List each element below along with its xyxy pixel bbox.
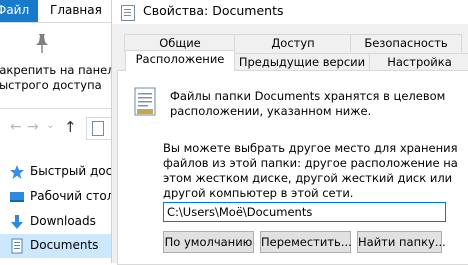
ribbon-body: Закрепить на панели быстрого доступа bbox=[0, 22, 112, 109]
desktop-icon bbox=[10, 192, 24, 202]
document-icon bbox=[92, 121, 104, 136]
pin-label-line1: Закрепить на панели bbox=[0, 63, 112, 77]
tab-home-label: Главная bbox=[50, 3, 102, 17]
tab-security-label: Безопасность bbox=[364, 36, 448, 50]
find-target-button-label: Найти папку... bbox=[358, 235, 446, 249]
tab-file[interactable]: Файл bbox=[0, 0, 38, 22]
folder-properties-icon bbox=[121, 5, 135, 21]
forward-arrow-icon[interactable]: → bbox=[27, 119, 39, 135]
tab-customize-label: Настройка bbox=[387, 55, 452, 69]
tab-location-label: Расположение bbox=[135, 52, 225, 66]
pin-icon bbox=[36, 34, 48, 53]
download-icon bbox=[11, 215, 23, 229]
tab-file-label: Файл bbox=[0, 3, 30, 17]
location-description-text: Вы можете выбрать другое место для хране… bbox=[163, 141, 458, 200]
tab-previous-versions[interactable]: Предыдущие версии bbox=[233, 53, 371, 71]
pin-label-line2: быстрого доступа bbox=[0, 78, 102, 92]
sidebar-item-desktop[interactable]: Рабочий стол bbox=[0, 185, 112, 209]
recent-chevron-icon[interactable]: ⌄ bbox=[46, 120, 54, 131]
tab-location[interactable]: Расположение bbox=[125, 50, 235, 71]
pin-to-quick-access-button[interactable]: Закрепить на панели быстрого доступа bbox=[0, 23, 112, 103]
tab-sharing-label: Доступ bbox=[271, 36, 315, 50]
up-arrow-icon[interactable]: ↑ bbox=[64, 118, 77, 136]
properties-dialog: Свойства: Documents Общие Доступ Безопас… bbox=[112, 0, 468, 265]
dialog-titlebar[interactable]: Свойства: Documents bbox=[112, 0, 468, 24]
explorer-window: Файл Главная Закрепить на панели быстрог… bbox=[0, 0, 112, 263]
document-folder-icon bbox=[134, 87, 156, 116]
location-info-text: Файлы папки Documents хранятся в целевом… bbox=[170, 89, 446, 118]
location-panel: Файлы папки Documents хранятся в целевом… bbox=[117, 70, 468, 265]
sidebar-item-label: Быстрый доступ bbox=[30, 164, 112, 178]
tab-home[interactable]: Главная bbox=[38, 0, 112, 22]
sidebar-item-documents[interactable]: Documents bbox=[0, 234, 112, 258]
star-icon bbox=[10, 165, 24, 179]
move-button[interactable]: Переместить... bbox=[260, 231, 352, 253]
dialog-tabs: Общие Доступ Безопасность Расположение П… bbox=[112, 34, 468, 71]
sidebar-item-quick-access[interactable]: Быстрый доступ bbox=[0, 160, 112, 184]
address-bar[interactable] bbox=[86, 117, 112, 140]
navigation-bar: ← → ⌄ ↑ bbox=[0, 110, 112, 144]
back-arrow-icon[interactable]: ← bbox=[10, 119, 22, 135]
documents-icon bbox=[11, 238, 23, 254]
tab-security[interactable]: Безопасность bbox=[350, 34, 462, 52]
tab-general-label: Общие bbox=[159, 36, 201, 50]
sidebar-item-label: Рабочий стол bbox=[30, 189, 112, 203]
find-target-button[interactable]: Найти папку... bbox=[357, 231, 446, 253]
dialog-title: Свойства: Documents bbox=[143, 3, 284, 18]
restore-default-button-label: По умолчанию bbox=[164, 235, 253, 249]
sidebar-item-label: Documents bbox=[30, 238, 99, 252]
tab-previous-versions-label: Предыдущие версии bbox=[238, 55, 366, 69]
ribbon-tabs: Файл Главная bbox=[0, 0, 112, 22]
sidebar-item-downloads[interactable]: Downloads bbox=[0, 210, 112, 234]
tab-sharing[interactable]: Доступ bbox=[234, 34, 352, 52]
tab-customize[interactable]: Настройка bbox=[369, 53, 468, 71]
folder-path-input[interactable] bbox=[163, 202, 446, 222]
sidebar-item-label: Downloads bbox=[30, 214, 96, 228]
restore-default-button[interactable]: По умолчанию bbox=[163, 231, 254, 253]
move-button-label: Переместить... bbox=[261, 235, 352, 249]
